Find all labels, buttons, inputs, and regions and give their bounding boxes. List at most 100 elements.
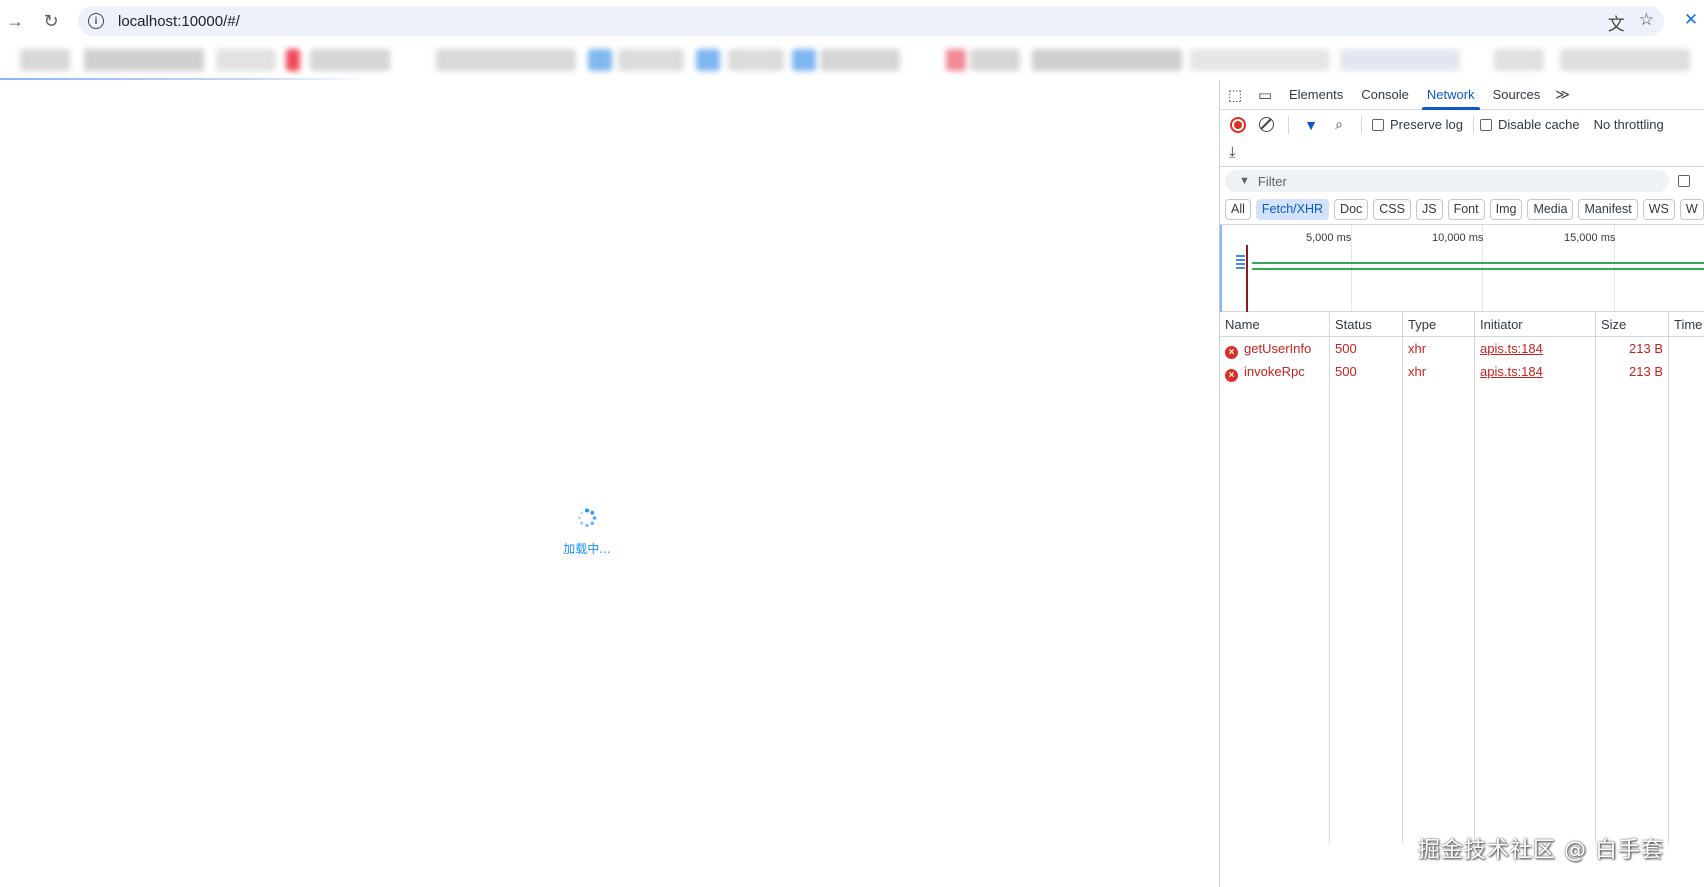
checkbox-box[interactable] [1372,118,1384,131]
type-filter-ws[interactable]: WS [1642,199,1675,220]
column-header-size[interactable]: Size [1596,312,1669,336]
network-timeline-overview[interactable]: 5,000 ms 10,000 ms 15,000 ms [1220,225,1704,312]
preserve-log-checkbox[interactable]: Preserve log [1372,117,1463,132]
bookmark-item[interactable] [1494,49,1544,71]
address-bar[interactable]: i localhost:10000/#/ 文 ☆ [78,6,1664,36]
request-size: 213 B [1596,337,1669,360]
filter-toggle-button[interactable]: ▼ [1299,113,1323,137]
bookmark-item[interactable] [20,49,70,71]
table-empty-area [1220,383,1704,843]
tab-network[interactable]: Network [1418,80,1484,110]
table-header: Name Status Type Initiator Size Time [1220,312,1704,337]
toolbar-divider [1472,115,1474,134]
disable-cache-checkbox[interactable]: Disable cache [1479,117,1580,132]
request-status: 500 [1330,337,1403,360]
type-filter-manifest[interactable]: Manifest [1578,199,1638,220]
filter-input[interactable]: ▼ Filter [1225,170,1669,192]
bookmark-item[interactable] [696,49,720,71]
bookmark-item[interactable] [216,49,276,71]
translate-icon[interactable]: 文 [1608,10,1625,35]
url-text[interactable]: localhost:10000/#/ [118,13,240,30]
network-toolbar: ▼ ⌕ Preserve log Disable cache No thrott… [1220,110,1704,139]
timeline-tick: 10,000 ms [1432,232,1484,244]
bookmark-item[interactable] [1560,49,1690,71]
device-toolbar-icon[interactable]: ▭ [1250,80,1280,110]
request-size: 213 B [1596,360,1669,383]
bookmark-item[interactable] [792,49,816,71]
type-filter-js[interactable]: JS [1415,199,1443,220]
timeline-request-bar [1252,262,1704,264]
type-filter-img[interactable]: Img [1489,199,1523,220]
disable-cache-label: Disable cache [1497,117,1580,132]
bookmark-item[interactable] [84,49,204,71]
checkbox-box[interactable] [1479,118,1492,131]
bookmark-item[interactable] [1032,49,1182,71]
search-icon: ⌕ [1335,116,1343,132]
close-icon[interactable]: ✕ [1678,10,1704,30]
timeline-load-marker [1246,245,1248,312]
arrow-right-icon: → [6,10,24,31]
filter-row: ▼ Filter [1220,167,1704,195]
type-filter-doc[interactable]: Doc [1334,199,1369,220]
bookmark-item[interactable] [728,49,784,71]
table-row[interactable]: × getUserInfo 500 xhr apis.ts:184 213 B [1220,337,1704,360]
info-icon[interactable]: i [88,13,104,29]
preserve-log-label: Preserve log [1390,117,1463,132]
column-header-initiator[interactable]: Initiator [1475,312,1596,336]
timeline-selection-handle[interactable] [1220,225,1223,312]
invert-checkbox[interactable] [1678,175,1690,187]
timeline-tick: 15,000 ms [1564,232,1616,244]
bookmark-item[interactable] [310,49,390,71]
more-tabs-icon[interactable]: ≫ [1549,86,1576,103]
bookmark-item[interactable] [946,49,966,71]
reload-button[interactable]: ↻ [38,8,64,34]
search-button[interactable]: ⌕ [1327,113,1351,137]
initiator-link[interactable]: apis.ts:184 [1480,341,1543,356]
bookmark-item[interactable] [588,49,612,71]
timeline-request-bar [1236,259,1245,261]
timeline-tick: 5,000 ms [1306,232,1352,244]
throttling-select[interactable]: No throttling [1594,117,1664,132]
bookmark-item[interactable] [820,49,900,71]
toolbar-divider [1361,115,1362,134]
clear-icon [1258,117,1274,132]
filter-placeholder: Filter [1257,173,1287,189]
type-filter-font[interactable]: Font [1447,199,1485,220]
request-name-cell[interactable]: × getUserInfo [1220,337,1330,360]
toolbar-divider [1288,115,1289,134]
bookmark-item[interactable] [436,49,576,71]
forward-button[interactable]: → [2,8,28,34]
record-button[interactable] [1226,113,1250,137]
star-icon[interactable]: ☆ [1639,10,1654,35]
request-name-cell[interactable]: × invokeRpc [1220,360,1330,383]
column-header-type[interactable]: Type [1403,312,1475,336]
table-row[interactable]: × invokeRpc 500 xhr apis.ts:184 213 B [1220,360,1704,383]
bookmark-item[interactable] [286,49,300,71]
funnel-icon: ▼ [1239,175,1250,187]
type-filter-all[interactable]: All [1225,199,1251,220]
bookmark-item[interactable] [1190,49,1330,71]
bookmark-item[interactable] [1340,49,1460,71]
type-filter-css[interactable]: CSS [1373,199,1411,220]
bookmark-item[interactable] [970,49,1020,71]
type-filter-fetch-xhr[interactable]: Fetch/XHR [1255,199,1330,220]
initiator-link[interactable]: apis.ts:184 [1480,364,1543,379]
inspect-element-icon[interactable]: ⬚ [1220,80,1250,110]
export-har-icon[interactable]: ⤓ [1229,144,1236,161]
column-header-status[interactable]: Status [1330,312,1403,336]
column-header-name[interactable]: Name [1220,312,1330,336]
tab-sources[interactable]: Sources [1484,80,1550,110]
type-filter-more[interactable]: W [1679,199,1704,220]
column-header-time[interactable]: Time [1669,312,1704,336]
request-name: invokeRpc [1244,364,1305,379]
timeline-request-bar [1236,263,1245,265]
tab-console[interactable]: Console [1352,80,1418,110]
type-filter-media[interactable]: Media [1527,199,1574,220]
tab-elements[interactable]: Elements [1280,80,1352,110]
loading-spinner-icon [578,508,597,528]
bookmark-item[interactable] [618,49,684,71]
request-status: 500 [1330,360,1403,383]
request-name: getUserInfo [1244,341,1312,356]
clear-button[interactable] [1254,113,1278,137]
request-initiator-cell: apis.ts:184 [1475,337,1596,360]
